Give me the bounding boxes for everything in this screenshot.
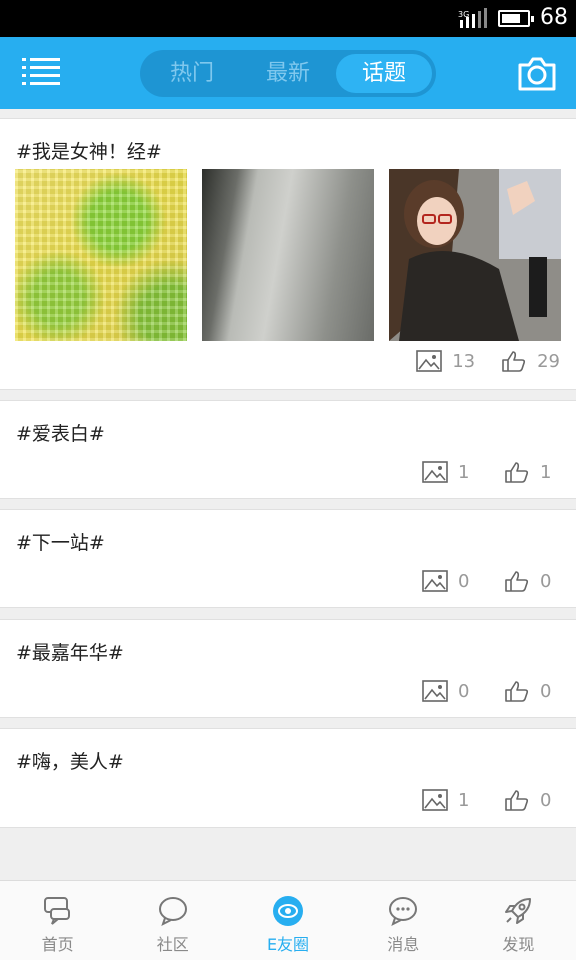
nav-discover[interactable]: 发现 <box>461 881 576 960</box>
tab-topics[interactable]: 话题 <box>336 54 432 93</box>
nav-label: 消息 <box>387 935 420 954</box>
image-icon <box>416 350 442 372</box>
like-count: 0 <box>540 789 552 811</box>
thumbs-up-icon[interactable] <box>504 680 530 702</box>
chat-bubble-icon <box>158 897 187 926</box>
nav-messages[interactable]: 消息 <box>346 881 461 960</box>
eye-circle-icon <box>273 896 303 926</box>
topic-stats: 13 29 <box>416 349 560 373</box>
topic-title: #嗨，美人# <box>16 751 124 773</box>
image-icon <box>422 789 448 811</box>
like-count: 0 <box>540 570 552 592</box>
like-count: 29 <box>537 350 560 372</box>
like-count: 1 <box>540 461 552 483</box>
topic-card[interactable]: #爱表白# 1 1 <box>0 400 576 499</box>
home-chat-icon <box>43 897 70 925</box>
signal-icon: 3G <box>458 8 487 28</box>
image-count: 0 <box>458 570 470 592</box>
thumbs-up-icon[interactable] <box>501 350 527 372</box>
image-count: 1 <box>458 789 470 811</box>
image-count: 13 <box>452 350 476 372</box>
nav-home[interactable]: 首页 <box>0 881 115 960</box>
nav-label: 首页 <box>41 935 74 954</box>
topic-title: #下一站# <box>16 532 105 554</box>
topic-card[interactable]: #嗨，美人# 1 0 <box>0 728 576 828</box>
image-count: 0 <box>458 680 470 702</box>
topic-stats: 0 0 <box>422 679 560 703</box>
app-header: 热门 最新 话题 <box>0 37 576 109</box>
topic-card[interactable]: #我是女神！经# 13 29 <box>0 118 576 390</box>
topic-card[interactable]: #下一站# 0 0 <box>0 509 576 608</box>
image-count: 1 <box>458 461 470 483</box>
tab-latest[interactable]: 最新 <box>240 54 336 93</box>
topic-title: #我是女神！经# <box>16 141 162 163</box>
tab-switcher: 热门 最新 话题 <box>140 50 436 97</box>
camera-icon[interactable] <box>516 53 558 93</box>
thumbs-up-icon[interactable] <box>504 461 530 483</box>
thumbs-up-icon[interactable] <box>504 570 530 592</box>
nav-label: E友圈 <box>266 935 310 954</box>
menu-icon[interactable] <box>22 55 60 91</box>
topic-stats: 0 0 <box>422 569 560 593</box>
like-count: 0 <box>540 680 552 702</box>
topic-title: #最嘉年华# <box>16 642 124 664</box>
topic-thumbnail[interactable] <box>202 169 374 341</box>
tab-hot[interactable]: 热门 <box>144 54 240 93</box>
topic-title: #爱表白# <box>16 423 105 445</box>
image-icon <box>422 680 448 702</box>
rocket-icon <box>505 898 532 924</box>
nav-friends-circle[interactable]: E友圈 <box>230 881 345 960</box>
topic-card[interactable]: #最嘉年华# 0 0 <box>0 619 576 718</box>
battery-icon <box>498 10 534 27</box>
image-icon <box>422 570 448 592</box>
nav-label: 社区 <box>156 935 189 954</box>
nav-community[interactable]: 社区 <box>115 881 230 960</box>
bottom-nav: 首页 社区 E友圈 消息 发现 <box>0 880 576 960</box>
topic-stats: 1 0 <box>422 788 560 812</box>
message-dots-icon <box>389 897 418 926</box>
topic-thumbnail[interactable] <box>389 169 561 341</box>
nav-label: 发现 <box>502 935 535 954</box>
thumbs-up-icon[interactable] <box>504 789 530 811</box>
battery-level: 68 <box>540 5 568 30</box>
image-icon <box>422 461 448 483</box>
status-bar: 3G 68 <box>0 0 576 37</box>
topic-stats: 1 1 <box>422 460 560 484</box>
topic-thumbnail[interactable] <box>15 169 187 341</box>
